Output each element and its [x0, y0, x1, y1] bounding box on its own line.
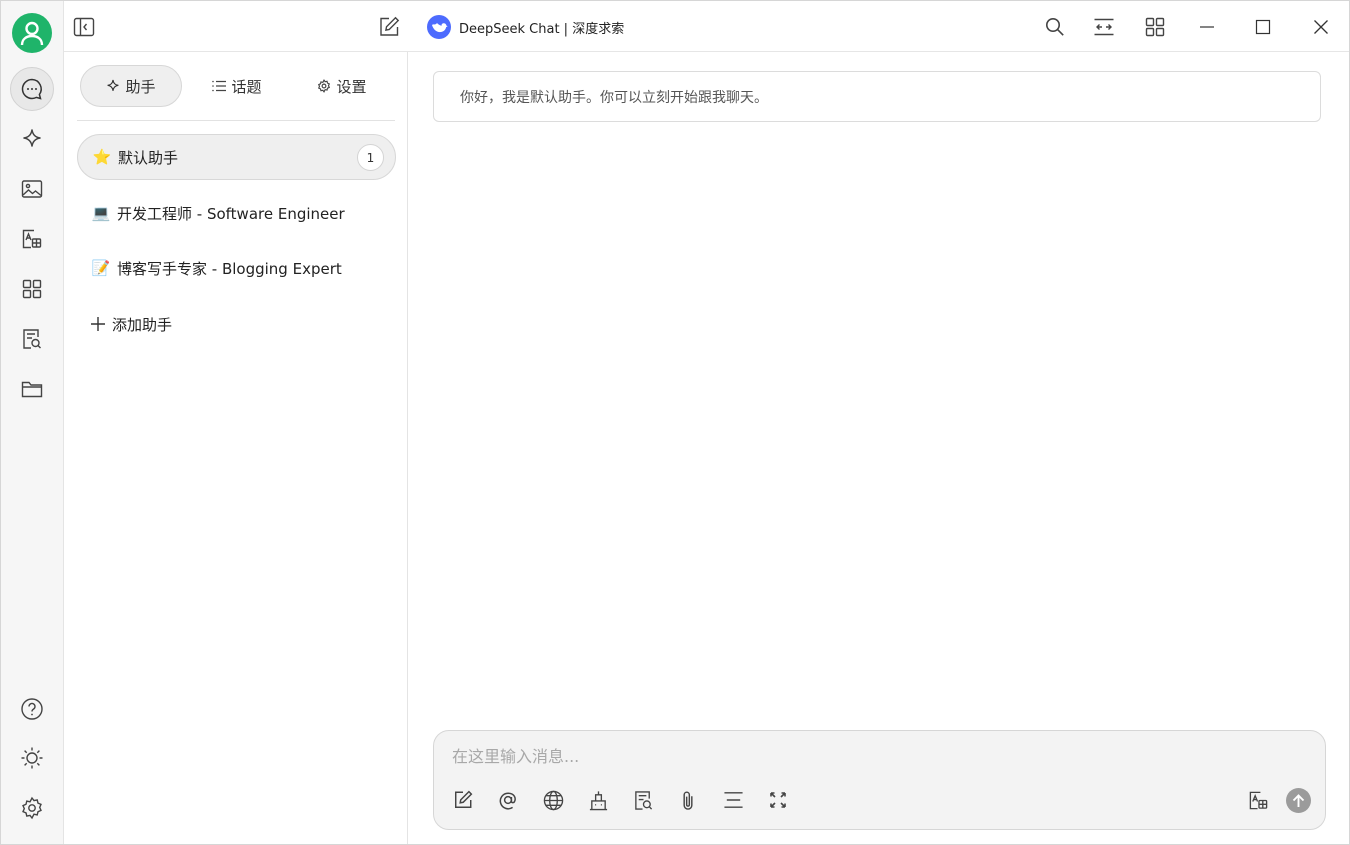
translate-icon [1249, 791, 1267, 809]
folder-icon [21, 381, 43, 398]
apps-grid-icon [22, 279, 42, 299]
tab-topics-label: 话题 [231, 77, 262, 96]
nav-rail [1, 1, 64, 844]
help-icon [21, 698, 43, 720]
memo-emoji-icon: 📝 [91, 259, 111, 277]
document-search-icon [23, 329, 41, 349]
panel-divider [77, 120, 395, 121]
gear-icon [318, 79, 331, 93]
attach-file-button[interactable] [675, 787, 701, 813]
settings-gear-icon [22, 796, 42, 820]
maximize-icon [1255, 19, 1271, 35]
building-icon [589, 790, 607, 810]
rail-chat-button[interactable] [10, 67, 54, 111]
deepseek-logo-icon [427, 15, 451, 39]
list-icon [212, 80, 227, 92]
narrow-mode-button[interactable] [1087, 10, 1121, 44]
close-button[interactable] [1304, 10, 1338, 44]
edit-icon [380, 16, 400, 36]
plus-icon [91, 317, 105, 331]
edit-icon [455, 790, 473, 808]
assistant-name: 默认助手 [118, 148, 179, 167]
rail-knowledge-button[interactable] [10, 317, 54, 361]
expand-input-button[interactable] [765, 787, 791, 813]
tab-settings[interactable]: 设置 [292, 65, 392, 107]
send-button[interactable] [1286, 788, 1311, 813]
rail-settings-button[interactable] [10, 786, 54, 830]
expand-icon [770, 792, 786, 808]
translate-icon [22, 229, 42, 249]
rail-translate-button[interactable] [10, 217, 54, 261]
chat-area: 你好，我是默认助手。你可以立刻开始跟我聊天。 [408, 52, 1349, 844]
tab-topics[interactable]: 话题 [187, 65, 287, 107]
chat-bubble-icon [21, 78, 42, 100]
tab-settings-label: 设置 [336, 77, 367, 96]
assistant-panel: 助手 话题 设置 ⭐ 默认助手 1 💻 开发工程师 - Software Eng… [65, 52, 408, 844]
globe-icon [543, 790, 563, 810]
star-emoji-icon: ⭐ [92, 148, 112, 166]
assistant-item-default[interactable]: ⭐ 默认助手 1 [77, 134, 396, 180]
document-search-icon [634, 790, 652, 810]
laptop-emoji-icon: 💻 [91, 204, 111, 222]
search-icon [1046, 18, 1064, 36]
topic-count-badge: 1 [357, 144, 384, 171]
search-button[interactable] [1038, 10, 1072, 44]
rail-help-button[interactable] [10, 687, 54, 731]
panel-tabs: 助手 话题 设置 [77, 64, 395, 109]
translate-button[interactable] [1245, 787, 1271, 813]
arrow-up-icon [1292, 793, 1305, 807]
rail-image-button[interactable] [10, 167, 54, 211]
window-title-text: DeepSeek Chat | 深度求索 [459, 21, 625, 37]
app-window: DeepSeek Chat | 深度求索 助手 话题 设置 ⭐ 默认助手 1 💻… [0, 0, 1350, 845]
expand-width-icon [1094, 18, 1114, 36]
assistant-name: 开发工程师 - Software Engineer [117, 204, 345, 223]
mini-apps-button[interactable] [1138, 10, 1172, 44]
sun-icon [21, 747, 43, 769]
new-topic-button[interactable] [450, 787, 476, 813]
title-bar: DeepSeek Chat | 深度求索 [64, 1, 1349, 52]
document-search-button[interactable] [630, 787, 656, 813]
grid-icon [1145, 17, 1165, 37]
tab-assistants[interactable]: 助手 [80, 65, 182, 107]
add-assistant-button[interactable]: 添加助手 [91, 310, 172, 338]
knowledge-base-button[interactable] [585, 787, 611, 813]
clear-context-button[interactable] [720, 787, 746, 813]
assistant-item-software-engineer[interactable]: 💻 开发工程师 - Software Engineer [77, 190, 396, 236]
toggle-sidebar-button[interactable] [67, 10, 101, 44]
minimize-icon [1200, 26, 1214, 28]
greeting-text: 你好，我是默认助手。你可以立刻开始跟我聊天。 [460, 89, 768, 106]
assistant-name: 博客写手专家 - Blogging Expert [117, 259, 342, 278]
user-icon [20, 21, 44, 46]
paperclip-icon [683, 791, 693, 810]
sparkle-icon [107, 79, 119, 91]
rail-apps-button[interactable] [10, 267, 54, 311]
user-avatar[interactable] [12, 13, 52, 53]
sparkle-icon [23, 129, 41, 147]
close-icon [1314, 20, 1328, 34]
context-divider-icon [723, 792, 743, 808]
rail-files-button[interactable] [10, 367, 54, 411]
tab-assistants-label: 助手 [125, 77, 156, 96]
minimize-button[interactable] [1190, 10, 1224, 44]
mention-model-button[interactable] [495, 787, 521, 813]
new-chat-button[interactable] [372, 10, 406, 44]
at-sign-icon [499, 792, 516, 810]
maximize-button[interactable] [1246, 10, 1280, 44]
rail-theme-button[interactable] [10, 736, 54, 780]
rail-agents-button[interactable] [10, 117, 54, 161]
assistant-item-blogging-expert[interactable]: 📝 博客写手专家 - Blogging Expert [77, 245, 396, 291]
message-input[interactable] [452, 743, 1212, 769]
window-title: DeepSeek Chat | 深度求索 [427, 14, 624, 40]
web-search-button[interactable] [540, 787, 566, 813]
sidebar-toggle-icon [73, 17, 95, 37]
add-assistant-label: 添加助手 [112, 315, 173, 334]
image-icon [21, 180, 43, 198]
message-composer [433, 730, 1326, 830]
assistant-greeting-message: 你好，我是默认助手。你可以立刻开始跟我聊天。 [433, 71, 1321, 122]
